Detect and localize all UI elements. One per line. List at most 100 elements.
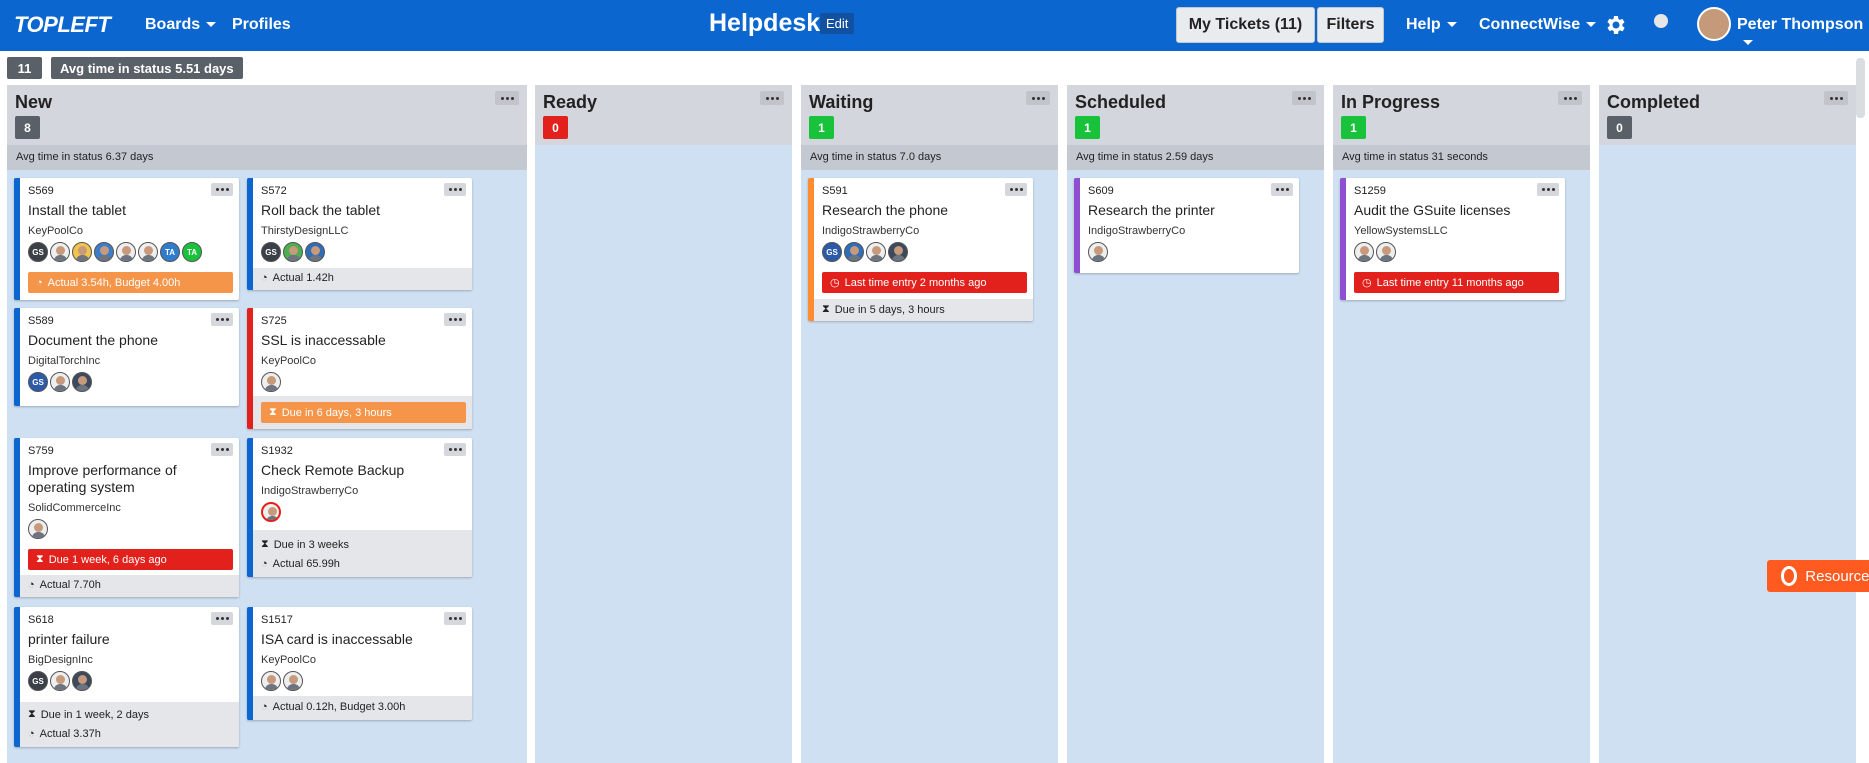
ticket-id: S591: [822, 185, 848, 197]
help-menu-label: Help: [1406, 16, 1441, 33]
avatar[interactable]: [866, 242, 886, 262]
column-avg-time: Avg time in status 31 seconds: [1333, 145, 1590, 170]
user-avatar[interactable]: [1697, 7, 1731, 41]
avatar[interactable]: [94, 242, 114, 262]
column-more-button[interactable]: [1558, 91, 1582, 105]
column-count-badge: 1: [809, 116, 834, 139]
column-more-button[interactable]: [1026, 91, 1050, 105]
avatar[interactable]: [116, 242, 136, 262]
avatar[interactable]: [261, 671, 281, 691]
avatar[interactable]: GS: [28, 242, 48, 262]
ticket-id: S1932: [261, 445, 293, 457]
avatar[interactable]: GS: [822, 242, 842, 262]
boards-menu[interactable]: Boards: [145, 16, 217, 34]
status-dot-icon[interactable]: [1654, 14, 1668, 28]
ticket-card-s1259[interactable]: S1259 Audit the GSuite licenses YellowSy…: [1340, 178, 1565, 300]
avatar[interactable]: [261, 372, 281, 392]
ticket-card-s591[interactable]: S591 Research the phone IndigoStrawberry…: [808, 178, 1033, 321]
avatar[interactable]: [50, 372, 70, 392]
column-scheduled: Scheduled 1 Avg time in status 2.59 days…: [1067, 85, 1324, 763]
avatar[interactable]: GS: [28, 671, 48, 691]
avatar[interactable]: [1354, 242, 1374, 262]
edit-board-button[interactable]: Edit: [820, 13, 855, 34]
app-logo[interactable]: TOPLEFT: [14, 12, 111, 38]
chevron-down-icon: [1446, 22, 1457, 28]
scrollbar[interactable]: [1856, 58, 1865, 118]
ticket-card-s609[interactable]: S609 Research the printer IndigoStrawber…: [1074, 178, 1299, 273]
connectwise-menu[interactable]: ConnectWise: [1479, 16, 1597, 34]
ticket-company: IndigoStrawberryCo: [261, 485, 359, 497]
ticket-card-s1932[interactable]: S1932 Check Remote Backup IndigoStrawber…: [247, 438, 472, 577]
avatar[interactable]: [1376, 242, 1396, 262]
assignee-avatars: [261, 372, 281, 394]
column-more-button[interactable]: [1824, 91, 1848, 105]
avatar[interactable]: [305, 242, 325, 262]
column-more-button[interactable]: [1292, 91, 1316, 105]
card-more-button[interactable]: [444, 313, 466, 326]
actual-hours: ◔ Actual 65.99h: [261, 558, 340, 570]
avatar[interactable]: GS: [28, 372, 48, 392]
card-footer: ⧗ Due in 6 days, 3 hours: [253, 396, 472, 429]
ticket-company: IndigoStrawberryCo: [822, 225, 920, 237]
ticket-title: Install the tablet: [28, 202, 127, 218]
card-more-button[interactable]: [444, 443, 466, 456]
card-more-button[interactable]: [444, 612, 466, 625]
ticket-company: DigitalTorchInc: [28, 355, 101, 367]
column-avg-time: Avg time in status 7.0 days: [801, 145, 1058, 170]
avatar[interactable]: [50, 671, 70, 691]
assignee-avatars: GS TA TA: [28, 242, 202, 264]
card-footer: ⧗ Due in 1 week, 2 days ◔ Actual 3.37h: [20, 702, 239, 747]
avatar[interactable]: [888, 242, 908, 262]
ticket-card-s569[interactable]: S569 Install the tablet KeyPoolCo GS TA …: [14, 178, 239, 300]
ticket-title: printer failure: [28, 631, 110, 647]
ticket-title: SSL is inaccessable: [261, 332, 386, 348]
connectwise-menu-label: ConnectWise: [1479, 16, 1581, 33]
assignee-avatars: GS: [28, 372, 92, 394]
column-avg-time: Avg time in status 6.37 days: [7, 145, 527, 170]
avatar[interactable]: [261, 502, 281, 522]
card-more-button[interactable]: [1005, 183, 1027, 196]
avatar[interactable]: TA: [160, 242, 180, 262]
avatar[interactable]: [72, 671, 92, 691]
card-more-button[interactable]: [211, 183, 233, 196]
user-menu[interactable]: Peter Thompson: [1737, 16, 1869, 52]
profiles-link[interactable]: Profiles: [232, 16, 291, 34]
ticket-title: Roll back the tablet: [261, 202, 381, 218]
filters-button[interactable]: Filters: [1317, 7, 1384, 43]
avatar[interactable]: [138, 242, 158, 262]
column-more-button[interactable]: [760, 91, 784, 105]
gear-icon[interactable]: [1603, 13, 1627, 37]
avatar[interactable]: [28, 519, 48, 539]
avatar[interactable]: [72, 242, 92, 262]
help-menu[interactable]: Help: [1406, 16, 1457, 34]
avatar[interactable]: [283, 671, 303, 691]
ticket-card-s759[interactable]: S759 Improve performance of operating sy…: [14, 438, 239, 597]
ticket-company: ThirstyDesignLLC: [261, 225, 349, 237]
avatar[interactable]: TA: [182, 242, 202, 262]
card-more-button[interactable]: [211, 612, 233, 625]
avatar[interactable]: GS: [261, 242, 281, 262]
ticket-card-s725[interactable]: S725 SSL is inaccessable KeyPoolCo ⧗ Due …: [247, 308, 472, 429]
ticket-card-s572[interactable]: S572 Roll back the tablet ThirstyDesignL…: [247, 178, 472, 290]
assignee-avatars: GS: [261, 242, 325, 264]
hourglass-icon: ⧗: [269, 406, 277, 418]
my-tickets-button[interactable]: My Tickets (11): [1176, 7, 1315, 43]
ticket-card-s1517[interactable]: S1517 ISA card is inaccessable KeyPoolCo…: [247, 607, 472, 720]
avatar[interactable]: [50, 242, 70, 262]
avatar[interactable]: [1088, 242, 1108, 262]
card-more-button[interactable]: [211, 313, 233, 326]
card-more-button[interactable]: [211, 443, 233, 456]
card-more-button[interactable]: [1271, 183, 1293, 196]
avatar[interactable]: [72, 372, 92, 392]
boards-menu-label: Boards: [145, 16, 201, 33]
card-more-button[interactable]: [444, 183, 466, 196]
column-count-badge: 0: [1607, 116, 1632, 139]
assignee-avatars: GS: [28, 671, 92, 693]
ticket-card-s618[interactable]: S618 printer failure BigDesignInc GS ⧗ Du…: [14, 607, 239, 747]
avatar[interactable]: [283, 242, 303, 262]
resources-button[interactable]: Resources: [1767, 560, 1869, 592]
card-more-button[interactable]: [1537, 183, 1559, 196]
ticket-card-s589[interactable]: S589 Document the phone DigitalTorchInc …: [14, 308, 239, 406]
avatar[interactable]: [844, 242, 864, 262]
column-more-button[interactable]: [495, 91, 519, 105]
